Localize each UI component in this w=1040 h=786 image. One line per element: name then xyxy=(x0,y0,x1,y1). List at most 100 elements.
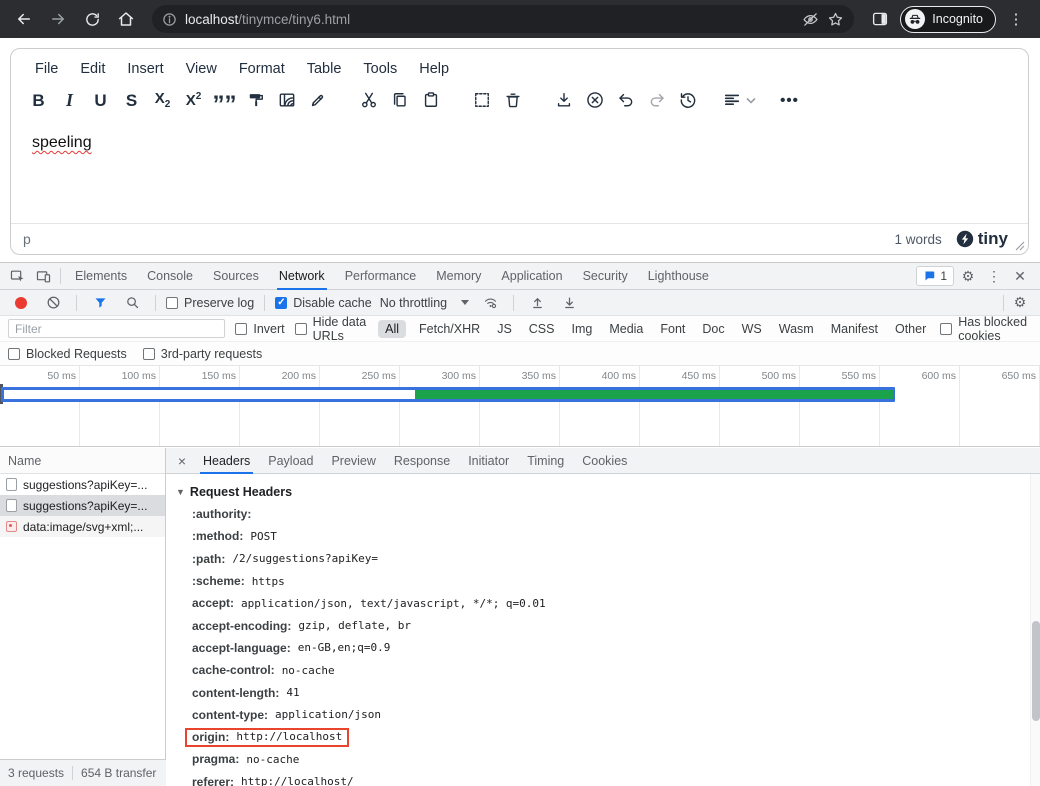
device-toolbar-button[interactable] xyxy=(30,265,56,287)
has-blocked-cookies-checkbox[interactable]: Has blocked cookies xyxy=(940,315,1032,343)
menu-view[interactable]: View xyxy=(176,57,227,81)
details-tab-payload[interactable]: Payload xyxy=(259,448,322,474)
menu-insert[interactable]: Insert xyxy=(117,57,173,81)
devtools-tab-memory[interactable]: Memory xyxy=(426,263,491,290)
align-left-button[interactable] xyxy=(723,85,754,115)
devtools-tab-security[interactable]: Security xyxy=(573,263,638,290)
url-bar[interactable]: localhost/tinymce/tiny6.html xyxy=(152,5,854,33)
network-overview-timeline[interactable]: 50 ms100 ms150 ms200 ms250 ms300 ms350 m… xyxy=(0,366,1040,447)
devtools-tab-performance[interactable]: Performance xyxy=(335,263,427,290)
subscript-button[interactable]: X2 xyxy=(147,85,178,115)
filter-type-css[interactable]: CSS xyxy=(525,320,559,338)
filter-type-other[interactable]: Other xyxy=(891,320,930,338)
eye-blocked-icon[interactable] xyxy=(802,11,819,28)
redo-button[interactable] xyxy=(641,85,672,115)
details-tab-headers[interactable]: Headers xyxy=(194,448,259,474)
format-painter-button[interactable] xyxy=(240,85,271,115)
site-info-icon[interactable] xyxy=(162,12,177,27)
bold-button[interactable]: B xyxy=(23,85,54,115)
blocked-requests-checkbox[interactable]: Blocked Requests xyxy=(8,347,127,361)
export-har-button[interactable] xyxy=(556,292,582,314)
superscript-button[interactable]: X2 xyxy=(178,85,209,115)
network-conditions-button[interactable] xyxy=(477,292,503,314)
copy-button[interactable] xyxy=(384,85,415,115)
network-settings-button[interactable]: ⚙ xyxy=(1008,292,1032,314)
third-party-requests-checkbox[interactable]: 3rd-party requests xyxy=(143,347,262,361)
filter-type-wasm[interactable]: Wasm xyxy=(775,320,818,338)
details-tab-response[interactable]: Response xyxy=(385,448,459,474)
request-row[interactable]: suggestions?apiKey=... xyxy=(0,474,165,495)
clear-button[interactable] xyxy=(40,292,66,314)
invert-checkbox[interactable]: Invert xyxy=(235,322,284,336)
network-search-button[interactable] xyxy=(119,292,145,314)
paste-button[interactable] xyxy=(415,85,446,115)
blockquote-button[interactable]: ”” xyxy=(209,85,240,115)
filter-type-img[interactable]: Img xyxy=(567,320,596,338)
devtools-menu-button[interactable]: ⋮ xyxy=(982,265,1006,287)
menu-format[interactable]: Format xyxy=(229,57,295,81)
bookmark-star-icon[interactable] xyxy=(827,11,844,28)
devtools-settings-button[interactable]: ⚙ xyxy=(956,265,980,287)
browser-menu-button[interactable]: ⋮ xyxy=(1002,5,1030,33)
devtools-close-button[interactable]: ✕ xyxy=(1008,265,1032,287)
menu-edit[interactable]: Edit xyxy=(70,57,115,81)
reload-button[interactable] xyxy=(78,5,106,33)
element-path[interactable]: p xyxy=(23,231,31,247)
record-button[interactable] xyxy=(8,292,34,314)
cut-button[interactable] xyxy=(353,85,384,115)
details-scrollbar[interactable] xyxy=(1030,474,1040,786)
hide-data-urls-checkbox[interactable]: Hide data URLs xyxy=(295,315,369,343)
devtools-tab-console[interactable]: Console xyxy=(137,263,203,290)
cancel-button[interactable] xyxy=(579,85,610,115)
select-all-button[interactable] xyxy=(466,85,497,115)
filter-type-all[interactable]: All xyxy=(378,320,406,338)
page-embed-button[interactable] xyxy=(271,85,302,115)
devtools-tab-application[interactable]: Application xyxy=(491,263,572,290)
filter-type-media[interactable]: Media xyxy=(605,320,647,338)
request-row[interactable]: suggestions?apiKey=... xyxy=(0,495,165,516)
request-row[interactable]: data:image/svg+xml;... xyxy=(0,516,165,537)
menu-file[interactable]: File xyxy=(25,57,68,81)
inspect-element-button[interactable] xyxy=(4,265,30,287)
tiny-branding[interactable]: tiny xyxy=(956,229,1008,249)
name-column-header[interactable]: Name xyxy=(0,448,165,474)
filter-type-font[interactable]: Font xyxy=(656,320,689,338)
menu-tools[interactable]: Tools xyxy=(353,57,407,81)
menu-table[interactable]: Table xyxy=(297,57,352,81)
details-tab-timing[interactable]: Timing xyxy=(518,448,573,474)
filter-type-doc[interactable]: Doc xyxy=(698,320,728,338)
incognito-badge[interactable]: Incognito xyxy=(900,6,996,33)
underline-button[interactable]: U xyxy=(85,85,116,115)
forward-button[interactable] xyxy=(44,5,72,33)
remove-button[interactable] xyxy=(497,85,528,115)
italic-button[interactable]: I xyxy=(54,85,85,115)
side-panel-button[interactable] xyxy=(866,5,894,33)
request-headers-section[interactable]: ▼ Request Headers xyxy=(176,481,1030,503)
devtools-tab-elements[interactable]: Elements xyxy=(65,263,137,290)
preserve-log-checkbox[interactable]: Preserve log xyxy=(166,296,254,310)
restore-draft-button[interactable] xyxy=(672,85,703,115)
filter-type-manifest[interactable]: Manifest xyxy=(827,320,882,338)
devtools-tab-sources[interactable]: Sources xyxy=(203,263,269,290)
details-tab-preview[interactable]: Preview xyxy=(322,448,384,474)
disable-cache-checkbox[interactable]: Disable cache xyxy=(275,296,372,310)
editor-content[interactable]: speeling xyxy=(11,119,1028,223)
details-tab-initiator[interactable]: Initiator xyxy=(459,448,518,474)
misspelled-word[interactable]: speeling xyxy=(32,134,92,151)
devtools-tab-network[interactable]: Network xyxy=(269,263,335,290)
filter-type-fetch-xhr[interactable]: Fetch/XHR xyxy=(415,320,484,338)
throttling-dropdown[interactable]: No throttling xyxy=(378,296,471,310)
home-button[interactable] xyxy=(112,5,140,33)
details-tab-cookies[interactable]: Cookies xyxy=(573,448,636,474)
filter-type-ws[interactable]: WS xyxy=(738,320,766,338)
filter-input[interactable] xyxy=(8,319,225,338)
issues-counter[interactable]: 1 xyxy=(916,266,954,286)
undo-button[interactable] xyxy=(610,85,641,115)
back-button[interactable] xyxy=(10,5,38,33)
export-button[interactable] xyxy=(548,85,579,115)
menu-help[interactable]: Help xyxy=(409,57,459,81)
filter-toggle-button[interactable] xyxy=(87,292,113,314)
permanent-pen-button[interactable] xyxy=(302,85,333,115)
devtools-tab-lighthouse[interactable]: Lighthouse xyxy=(638,263,719,290)
filter-type-js[interactable]: JS xyxy=(493,320,516,338)
